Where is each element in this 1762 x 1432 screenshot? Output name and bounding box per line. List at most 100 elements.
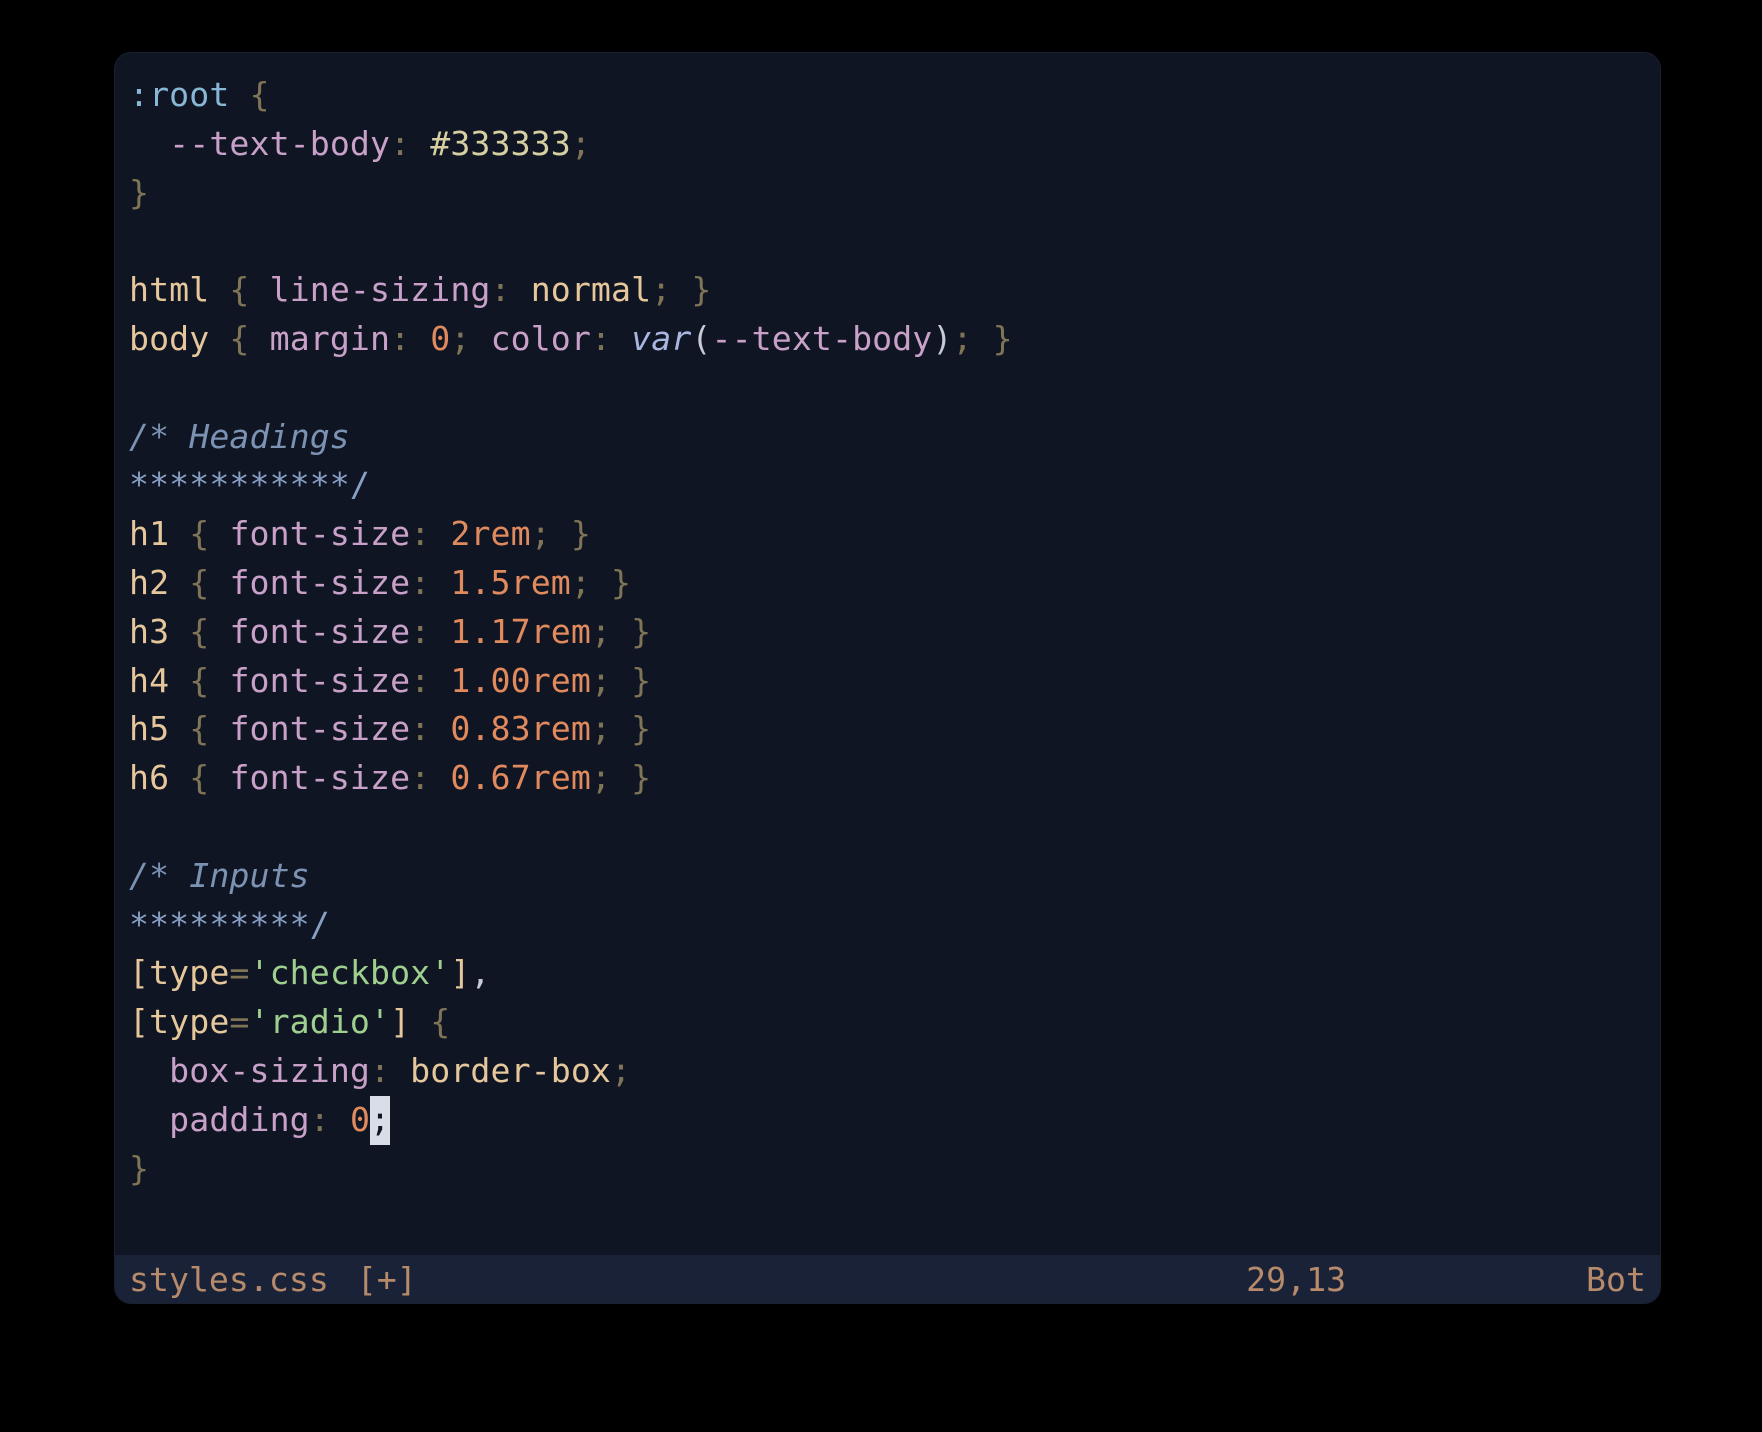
code-token xyxy=(611,758,631,797)
code-token: --text-body xyxy=(712,319,933,358)
code-line[interactable] xyxy=(129,217,1646,266)
code-line[interactable]: h2 { font-size: 1.5rem; } xyxy=(129,559,1646,608)
code-token: ; xyxy=(450,319,470,358)
code-token: h6 xyxy=(129,758,169,797)
code-token xyxy=(169,661,189,700)
code-line[interactable]: [type='radio'] { xyxy=(129,998,1646,1047)
code-token: 0.67rem xyxy=(450,758,591,797)
code-token: box-sizing xyxy=(169,1051,370,1090)
code-token: = xyxy=(229,953,249,992)
code-line[interactable]: h4 { font-size: 1.00rem; } xyxy=(129,657,1646,706)
code-token: 0.83rem xyxy=(450,709,591,748)
code-token: padding xyxy=(169,1100,310,1139)
code-token: ) xyxy=(932,319,952,358)
code-token: = xyxy=(229,1002,249,1041)
code-token: font-size xyxy=(229,661,410,700)
code-line[interactable]: :root { xyxy=(129,71,1646,120)
code-token: { xyxy=(189,758,209,797)
code-token xyxy=(129,1100,169,1139)
code-token xyxy=(250,270,270,309)
code-token: ; xyxy=(571,563,591,602)
code-token xyxy=(209,661,229,700)
code-token: 2rem xyxy=(450,514,530,553)
code-line[interactable] xyxy=(129,803,1646,852)
code-line[interactable]: body { margin: 0; color: var(--text-body… xyxy=(129,315,1646,364)
code-token: } xyxy=(691,270,711,309)
code-token: } xyxy=(611,563,631,602)
code-line[interactable]: } xyxy=(129,1145,1646,1194)
code-token: : xyxy=(410,514,430,553)
code-token: var xyxy=(631,319,691,358)
code-line[interactable]: ***********/ xyxy=(129,461,1646,510)
code-token: : xyxy=(591,319,611,358)
code-token: 0 xyxy=(430,319,450,358)
code-token: } xyxy=(631,661,651,700)
code-token: --text-body xyxy=(169,124,390,163)
code-token xyxy=(330,1100,350,1139)
code-token: font-size xyxy=(229,612,410,651)
code-line[interactable] xyxy=(129,364,1646,413)
code-line[interactable]: h3 { font-size: 1.17rem; } xyxy=(129,608,1646,657)
code-token: html xyxy=(129,270,209,309)
status-bar: styles.css [+] 29,13 Bot xyxy=(115,1255,1660,1303)
code-token: : xyxy=(410,612,430,651)
code-token xyxy=(390,1051,410,1090)
code-token: ; xyxy=(571,124,591,163)
modified-indicator: [+] xyxy=(357,1260,417,1299)
code-token xyxy=(611,319,631,358)
code-token: [ xyxy=(129,953,149,992)
code-line[interactable]: html { line-sizing: normal; } xyxy=(129,266,1646,315)
code-token: ; xyxy=(611,1051,631,1090)
code-token: font-size xyxy=(229,563,410,602)
code-token: } xyxy=(631,758,651,797)
code-token xyxy=(169,758,189,797)
code-token: } xyxy=(993,319,1013,358)
code-token: [ xyxy=(129,1002,149,1041)
code-token xyxy=(209,563,229,602)
code-token: ; xyxy=(591,661,611,700)
code-line[interactable]: } xyxy=(129,169,1646,218)
code-token xyxy=(611,709,631,748)
code-line[interactable]: padding: 0; xyxy=(129,1096,1646,1145)
code-token: *********/ xyxy=(129,905,330,944)
code-line[interactable]: [type='checkbox'], xyxy=(129,949,1646,998)
code-token: { xyxy=(229,270,249,309)
code-editor[interactable]: :root { --text-body: #333333;} html { li… xyxy=(115,53,1660,1255)
code-line[interactable]: *********/ xyxy=(129,901,1646,950)
code-line[interactable]: --text-body: #333333; xyxy=(129,120,1646,169)
code-line[interactable]: h6 { font-size: 0.67rem; } xyxy=(129,754,1646,803)
code-token xyxy=(209,514,229,553)
code-token: { xyxy=(189,514,209,553)
code-token: :root xyxy=(129,75,229,114)
code-token xyxy=(430,563,450,602)
code-token: ; xyxy=(531,514,551,553)
code-token xyxy=(410,124,430,163)
code-token xyxy=(209,709,229,748)
code-token: ***********/ xyxy=(129,465,370,504)
code-token: border-box xyxy=(410,1051,611,1090)
code-token: : xyxy=(390,124,410,163)
code-token: font-size xyxy=(229,709,410,748)
code-line[interactable]: /* Headings xyxy=(129,413,1646,462)
code-line[interactable]: h1 { font-size: 2rem; } xyxy=(129,510,1646,559)
status-filename: styles.css [+] xyxy=(129,1260,417,1299)
code-token: } xyxy=(129,1149,149,1188)
code-token xyxy=(229,75,249,114)
code-token: type xyxy=(149,953,229,992)
code-token xyxy=(410,319,430,358)
code-line[interactable]: h5 { font-size: 0.83rem; } xyxy=(129,705,1646,754)
code-token xyxy=(591,563,611,602)
code-token: } xyxy=(631,612,651,651)
code-token: h3 xyxy=(129,612,169,651)
code-token: 1.17rem xyxy=(450,612,591,651)
code-token xyxy=(551,514,571,553)
code-token: 'radio' xyxy=(250,1002,391,1041)
code-token xyxy=(169,563,189,602)
code-line[interactable]: /* Inputs xyxy=(129,852,1646,901)
code-token: { xyxy=(189,612,209,651)
code-line[interactable]: box-sizing: border-box; xyxy=(129,1047,1646,1096)
code-token: font-size xyxy=(229,514,410,553)
code-token xyxy=(430,514,450,553)
code-token: : xyxy=(310,1100,330,1139)
scroll-position: Bot xyxy=(1586,1260,1646,1299)
